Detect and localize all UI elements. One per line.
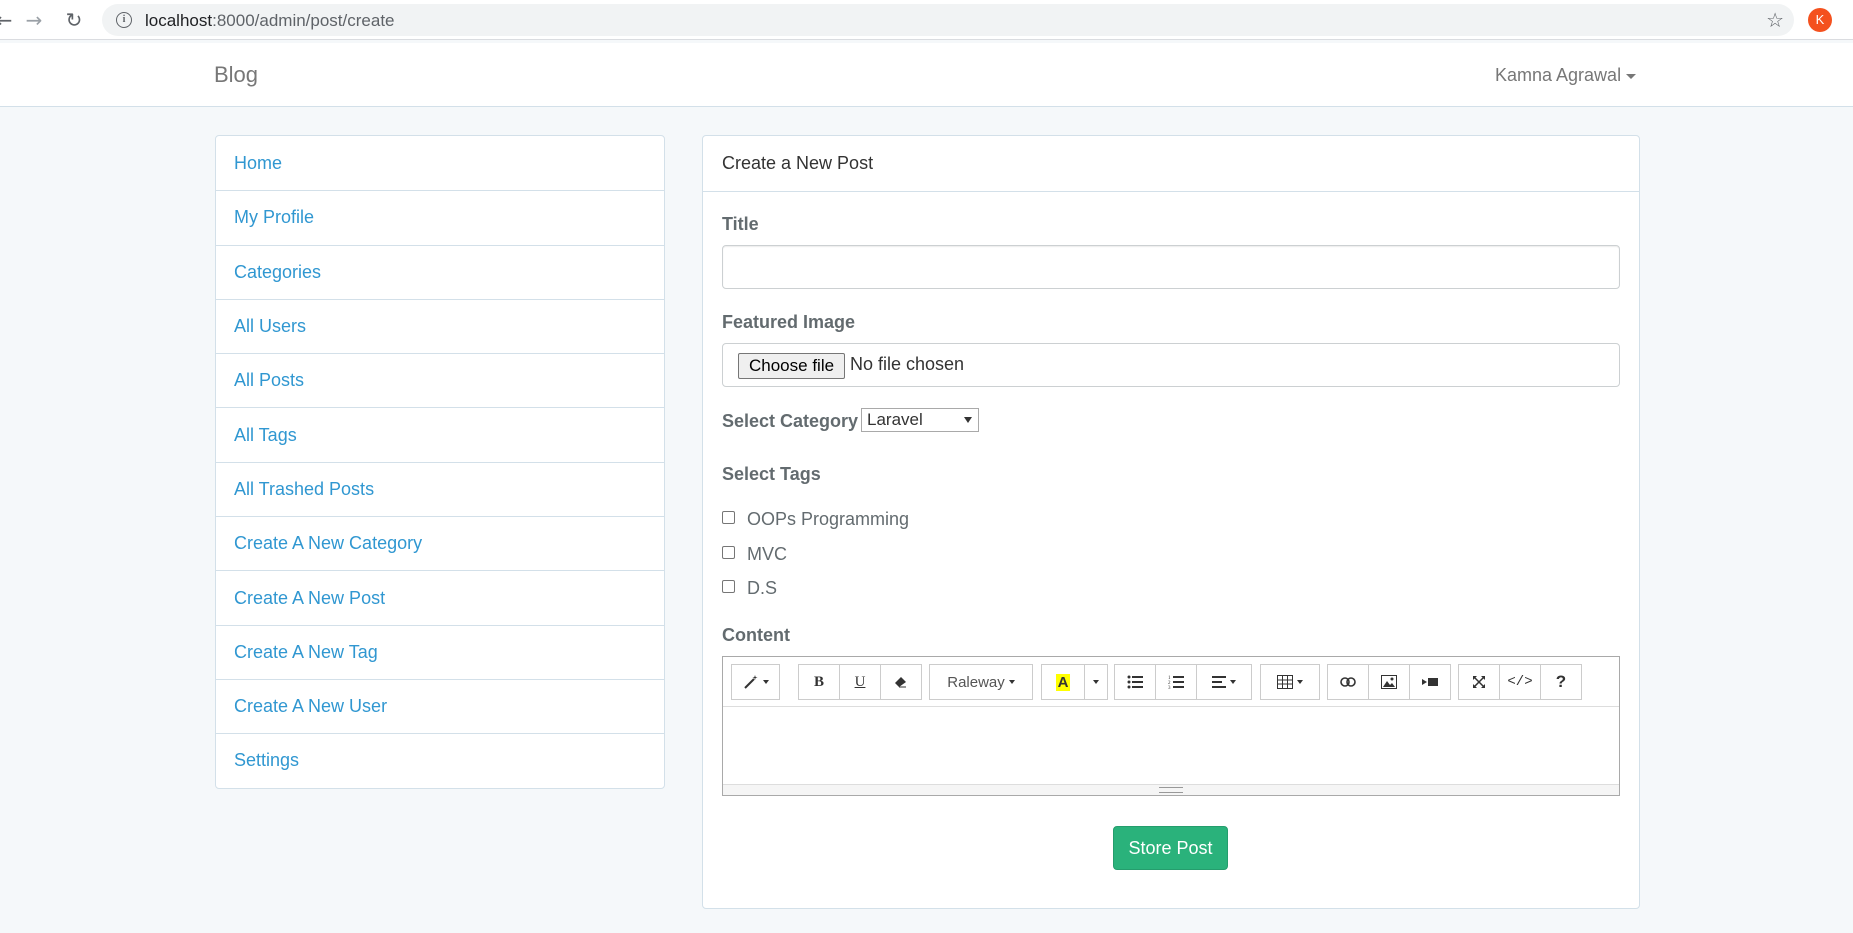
sidebar-item-create-user[interactable]: Create A New User (216, 678, 664, 733)
grip-icon (1159, 787, 1183, 793)
content-edit-area[interactable] (723, 708, 1619, 785)
admin-sidebar: Home My Profile Categories All Users All… (215, 135, 665, 789)
sidebar-item-settings[interactable]: Settings (216, 733, 664, 787)
sidebar-item-all-tags[interactable]: All Tags (216, 407, 664, 461)
link-icon[interactable] (1327, 664, 1369, 700)
dropdown-arrow-icon (964, 417, 972, 423)
choose-file-button[interactable]: Choose file (738, 353, 846, 379)
app-navbar: Blog Kamna Agrawal (0, 43, 1853, 107)
tag-option-label: OOPs Programming (747, 508, 910, 529)
sidebar-item-label: Create A New User (234, 696, 388, 717)
font-family-dropdown[interactable]: Raleway (929, 664, 1033, 700)
tag-option-label: MVC (747, 543, 787, 564)
sidebar-item-label: All Posts (234, 370, 305, 391)
panel-title: Create a New Post (722, 153, 874, 173)
numbered-list-icon[interactable]: 123 (1155, 664, 1197, 700)
highlight-color-icon[interactable]: A (1041, 664, 1085, 700)
svg-text:3: 3 (1168, 686, 1171, 689)
title-label: Title (722, 214, 759, 234)
content-label: Content (722, 625, 790, 645)
color-dropdown-icon[interactable] (1084, 664, 1108, 700)
paragraph-align-icon[interactable] (1196, 664, 1252, 700)
help-icon[interactable]: ? (1540, 664, 1582, 700)
tag-option[interactable]: MVC (722, 543, 787, 565)
sidebar-item-all-posts[interactable]: All Posts (216, 353, 664, 407)
brand-link[interactable]: Blog (214, 62, 258, 88)
address-bar[interactable]: i localhost:8000/admin/post/create ☆ (102, 4, 1794, 36)
sidebar-item-home[interactable]: Home (216, 136, 664, 190)
sidebar-item-create-category[interactable]: Create A New Category (216, 516, 664, 570)
magic-wand-icon[interactable] (731, 664, 780, 700)
code-view-icon[interactable]: </> (1499, 664, 1541, 700)
url-host: localhost (145, 11, 213, 30)
category-select[interactable]: Laravel (861, 408, 979, 432)
eraser-icon[interactable] (880, 664, 922, 700)
featured-image-label: Featured Image (722, 312, 856, 332)
tags-label: Select Tags (722, 464, 821, 484)
bookmark-star-icon[interactable]: ☆ (1766, 8, 1784, 32)
tag-checkbox[interactable] (722, 545, 735, 559)
sidebar-item-label: Settings (234, 750, 300, 771)
sidebar-item-label: All Users (234, 316, 307, 337)
sidebar-item-label: Categories (234, 261, 322, 282)
site-info-icon[interactable]: i (116, 12, 132, 28)
tag-checkbox[interactable] (722, 510, 735, 524)
sidebar-item-create-tag[interactable]: Create A New Tag (216, 624, 664, 679)
sidebar-item-label: My Profile (234, 207, 315, 228)
editor-resize-handle[interactable] (723, 784, 1619, 795)
profile-avatar[interactable]: K (1808, 8, 1832, 32)
user-name: Kamna Agrawal (1495, 65, 1622, 85)
tag-option-label: D.S (747, 577, 778, 598)
sidebar-item-create-post[interactable]: Create A New Post (216, 570, 664, 624)
browser-toolbar: ← → ↻ i localhost:8000/admin/post/create… (0, 0, 1853, 40)
sidebar-item-trashed-posts[interactable]: All Trashed Posts (216, 461, 664, 516)
fullscreen-icon[interactable] (1458, 664, 1500, 700)
store-post-button[interactable]: Store Post (1113, 826, 1228, 870)
sidebar-item-label: Home (234, 152, 283, 173)
content-editor: B U Raleway A 123 </> ? (722, 656, 1620, 796)
video-icon[interactable] (1409, 664, 1451, 700)
forward-icon[interactable]: → (22, 8, 46, 32)
tag-option[interactable]: D.S (722, 577, 777, 599)
file-status-text: No file chosen (850, 354, 965, 374)
caret-down-icon (1626, 73, 1637, 79)
sidebar-item-my-profile[interactable]: My Profile (216, 190, 664, 244)
editor-toolbar: B U Raleway A 123 </> ? (723, 657, 1619, 707)
tag-checkbox[interactable] (722, 579, 735, 593)
underline-icon[interactable]: U (839, 664, 881, 700)
tag-option[interactable]: OOPs Programming (722, 508, 909, 530)
sidebar-item-label: Create A New Post (234, 587, 386, 608)
sidebar-item-label: Create A New Tag (234, 641, 378, 662)
category-selected-value: Laravel (867, 410, 923, 429)
create-post-panel: Create a New Post Title Featured Image C… (702, 135, 1640, 909)
sidebar-item-label: All Trashed Posts (234, 478, 375, 499)
panel-heading: Create a New Post (703, 136, 1639, 192)
sidebar-item-categories[interactable]: Categories (216, 244, 664, 299)
category-label: Select Category (722, 411, 859, 431)
url-text[interactable]: localhost:8000/admin/post/create (145, 11, 395, 31)
sidebar-item-label: Create A New Category (234, 533, 423, 554)
sidebar-item-label: All Tags (234, 424, 297, 445)
back-icon[interactable]: ← (0, 8, 16, 32)
bullet-list-icon[interactable] (1114, 664, 1156, 700)
title-input[interactable] (722, 245, 1620, 289)
font-family-label: Raleway (947, 673, 1005, 691)
featured-image-input[interactable]: Choose file No file chosen (722, 343, 1620, 387)
reload-icon[interactable]: ↻ (62, 8, 86, 32)
url-path: :8000/admin/post/create (212, 11, 395, 30)
image-icon[interactable] (1368, 664, 1410, 700)
bold-icon[interactable]: B (798, 664, 840, 700)
table-icon[interactable] (1260, 664, 1320, 700)
sidebar-item-all-users[interactable]: All Users (216, 298, 664, 353)
user-dropdown[interactable]: Kamna Agrawal (1495, 65, 1637, 86)
